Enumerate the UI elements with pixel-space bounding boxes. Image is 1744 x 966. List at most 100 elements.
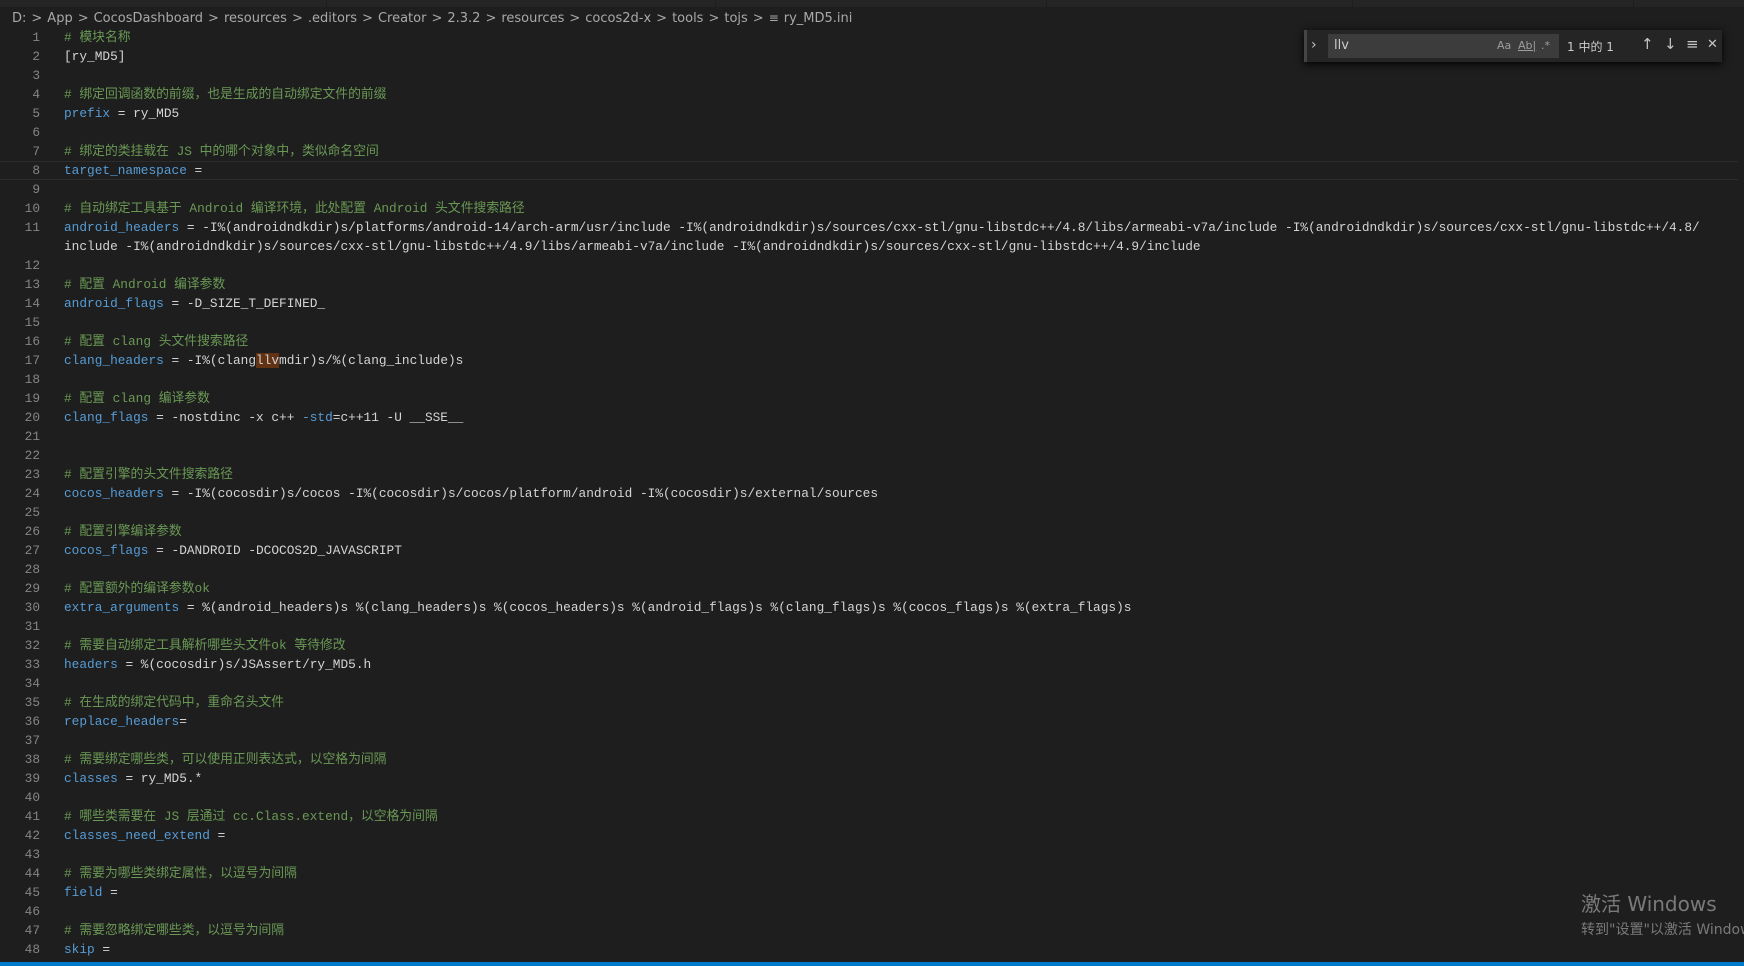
code-line[interactable]: 27 cocos_flags = -DANDROID -DCOCOS2D_JAVA… <box>0 541 1744 560</box>
code-line[interactable]: 33 headers = %(cocosdir)s/JSAssert/ry_MD5… <box>0 655 1744 674</box>
code-line[interactable]: 43 <box>0 845 1744 864</box>
ini-value: = <box>179 714 187 729</box>
code-line[interactable]: 22 <box>0 446 1744 465</box>
chevron-right-icon: > <box>752 10 764 26</box>
code-line[interactable]: 15 <box>0 313 1744 332</box>
code-line[interactable]: 13 # 配置 Android 编译参数 <box>0 275 1744 294</box>
watermark-title: 激活 Windows <box>1581 892 1717 916</box>
line-number: 26 <box>24 524 40 539</box>
find-in-selection-icon[interactable]: ≡ <box>1686 35 1699 53</box>
code-line[interactable]: 48 skip = <box>0 940 1744 959</box>
code-line[interactable]: 36 replace_headers= <box>0 712 1744 731</box>
line-content: include -I%(androidndkdir)s/sources/cxx-… <box>64 237 1201 256</box>
breadcrumb-item[interactable]: tojs <box>724 11 747 26</box>
code-line-wrap[interactable]: include -I%(androidndkdir)s/sources/cxx-… <box>0 237 1744 256</box>
code-line[interactable]: 42 classes_need_extend = <box>0 826 1744 845</box>
code-line[interactable]: 14 android_flags = -D_SIZE_T_DEFINED_ <box>0 294 1744 313</box>
code-line[interactable]: 44 # 需要为哪些类绑定属性，以逗号为间隔 <box>0 864 1744 883</box>
code-line[interactable]: 34 <box>0 674 1744 693</box>
comment: # 哪些类需要在 JS 层通过 cc.Class.extend，以空格为间隔 <box>64 809 438 824</box>
code-line[interactable]: 4 # 绑定回调函数的前缀，也是生成的自动绑定文件的前缀 <box>0 85 1744 104</box>
comment: # 在生成的绑定代码中，重命名头文件 <box>64 695 285 710</box>
search-match-highlight: llv <box>256 353 280 368</box>
match-case-icon[interactable]: Aa <box>1497 39 1511 52</box>
toggle-replace-chevron-icon[interactable]: › <box>1311 37 1317 53</box>
code-line[interactable]: 16 # 配置 clang 头文件搜索路径 <box>0 332 1744 351</box>
code-line[interactable]: 35 # 在生成的绑定代码中，重命名头文件 <box>0 693 1744 712</box>
comment: # 绑定回调函数的前缀，也是生成的自动绑定文件的前缀 <box>64 87 387 102</box>
code-line[interactable]: 40 <box>0 788 1744 807</box>
breadcrumb-item[interactable]: .editors <box>308 11 357 26</box>
code-line[interactable]: 31 <box>0 617 1744 636</box>
code-line[interactable]: 19 # 配置 clang 编译参数 <box>0 389 1744 408</box>
previous-match-icon[interactable]: ↑ <box>1641 35 1654 53</box>
breadcrumb-item[interactable]: tools <box>672 11 703 26</box>
ini-value: = <box>94 942 111 957</box>
line-number: 10 <box>24 201 40 216</box>
code-line[interactable]: 24 cocos_headers = -I%(cocosdir)s/cocos -… <box>0 484 1744 503</box>
breadcrumb-file[interactable]: ry_MD5.ini <box>784 11 853 26</box>
code-line[interactable]: 37 <box>0 731 1744 750</box>
line-number: 42 <box>24 828 40 843</box>
code-line[interactable]: 39 classes = ry_MD5.* <box>0 769 1744 788</box>
line-content: target_namespace = <box>64 161 202 180</box>
whole-word-icon[interactable]: Ab| <box>1518 39 1536 52</box>
close-icon[interactable]: ✕ <box>1707 37 1718 52</box>
ini-value: = ry_MD5.* <box>117 771 203 786</box>
ini-value: include -I%(androidndkdir)s/sources/cxx-… <box>64 239 1201 254</box>
breadcrumb-item[interactable]: Creator <box>378 11 427 26</box>
tab[interactable] <box>327 0 716 7</box>
regex-icon[interactable]: .* <box>1541 39 1550 52</box>
code-line[interactable]: 25 <box>0 503 1744 522</box>
code-line[interactable]: 8 target_namespace = <box>0 161 1738 180</box>
code-line[interactable]: 17 clang_headers = -I%(clangllvmdir)s/%(c… <box>0 351 1744 370</box>
code-line[interactable]: 41 # 哪些类需要在 JS 层通过 cc.Class.extend，以空格为间隔 <box>0 807 1744 826</box>
next-match-icon[interactable]: ↓ <box>1664 35 1677 53</box>
code-line[interactable]: 21 <box>0 427 1744 446</box>
breadcrumb-item[interactable]: CocosDashboard <box>94 11 203 26</box>
code-line[interactable]: 32 # 需要自动绑定工具解析哪些头文件ok 等待修改 <box>0 636 1744 655</box>
code-line[interactable]: 38 # 需要绑定哪些类，可以使用正则表达式，以空格为间隔 <box>0 750 1744 769</box>
code-line[interactable]: 12 <box>0 256 1744 275</box>
breadcrumb-item[interactable]: App <box>47 11 72 26</box>
code-line[interactable]: 28 <box>0 560 1744 579</box>
code-line[interactable]: 3 <box>0 66 1744 85</box>
breadcrumb-item[interactable]: 2.3.2 <box>447 11 480 26</box>
line-number: 2 <box>32 49 40 64</box>
code-line[interactable]: 26 # 配置引擎编译参数 <box>0 522 1744 541</box>
code-line[interactable]: 6 <box>0 123 1744 142</box>
code-line[interactable]: 20 clang_flags = -nostdinc -x c++ -std=c+… <box>0 408 1744 427</box>
line-number: 31 <box>24 619 40 634</box>
code-line[interactable]: 29 # 配置额外的编译参数ok <box>0 579 1744 598</box>
line-number: 28 <box>24 562 40 577</box>
comment: # 配置 clang 编译参数 <box>64 391 210 406</box>
tab[interactable] <box>1047 0 1353 7</box>
code-line[interactable]: 30 extra_arguments = %(android_headers)s … <box>0 598 1744 617</box>
code-line[interactable]: 10 # 自动绑定工具基于 Android 编译环境，此处配置 Android 头… <box>0 199 1744 218</box>
code-line[interactable]: 47 # 需要忽略绑定哪些类，以逗号为间隔 <box>0 921 1744 940</box>
breadcrumb-item[interactable]: resources <box>224 11 287 26</box>
code-line[interactable]: 11 android_headers = -I%(androidndkdir)s/… <box>0 218 1744 237</box>
code-line[interactable]: 46 <box>0 902 1744 921</box>
code-line[interactable]: 7 # 绑定的类挂载在 JS 中的哪个对象中，类似命名空间 <box>0 142 1744 161</box>
line-number: 4 <box>32 87 40 102</box>
code-line[interactable]: 45 field = <box>0 883 1744 902</box>
code-line[interactable]: 23 # 配置引擎的头文件搜索路径 <box>0 465 1744 484</box>
breadcrumb-item[interactable]: D: <box>12 11 26 26</box>
code-line[interactable]: 9 <box>0 180 1744 199</box>
line-content: extra_arguments = %(android_headers)s %(… <box>64 598 1131 617</box>
tab[interactable] <box>1353 0 1634 7</box>
ini-value: [ry_MD5] <box>64 49 126 64</box>
ini-value: = -I%(cocosdir)s/cocos -I%(cocosdir)s/co… <box>163 486 879 501</box>
breadcrumb-item[interactable]: cocos2d-x <box>585 11 651 26</box>
tab[interactable] <box>0 0 327 7</box>
line-number: 24 <box>24 486 40 501</box>
chevron-right-icon: > <box>569 10 581 26</box>
tab[interactable] <box>716 0 1047 7</box>
breadcrumb-item[interactable]: resources <box>501 11 564 26</box>
status-bar <box>0 962 1744 966</box>
code-line[interactable]: 5 prefix = ry_MD5 <box>0 104 1744 123</box>
find-input[interactable]: llv Aa Ab| .* <box>1328 34 1559 58</box>
code-editor[interactable]: 1 # 模块名称 2 [ry_MD5] 3 4 # 绑定回调函数的前缀，也是生成的自动绑定文… <box>0 28 1744 959</box>
code-line[interactable]: 18 <box>0 370 1744 389</box>
